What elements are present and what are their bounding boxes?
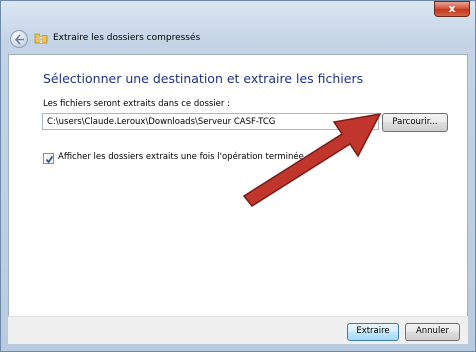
checkmark-icon xyxy=(45,156,54,164)
dialog-title: Extraire les dossiers compressés xyxy=(53,33,201,43)
dialog-footer: Extraire Annuler xyxy=(8,316,468,344)
dialog-header: Extraire les dossiers compressés xyxy=(8,28,468,52)
destination-path-input[interactable] xyxy=(42,113,379,130)
destination-label: Les fichiers seront extraits dans ce dos… xyxy=(43,99,230,109)
show-folders-checkbox[interactable] xyxy=(43,153,54,164)
zip-folder-icon xyxy=(34,33,48,44)
dialog-content: Sélectionner une destination et extraire… xyxy=(8,54,468,344)
browse-button[interactable]: Parcourir... xyxy=(382,113,448,132)
main-heading: Sélectionner une destination et extraire… xyxy=(43,71,364,86)
extract-button[interactable]: Extraire xyxy=(347,323,399,341)
extract-dialog: x Extraire les dossiers compressés Sélec… xyxy=(0,0,476,352)
close-button[interactable]: x xyxy=(434,1,470,17)
back-arrow-icon xyxy=(14,34,24,45)
back-button[interactable] xyxy=(10,30,28,48)
show-folders-label: Afficher les dossiers extraits une fois … xyxy=(58,152,304,162)
close-icon: x xyxy=(448,2,456,15)
cancel-button[interactable]: Annuler xyxy=(405,323,460,341)
